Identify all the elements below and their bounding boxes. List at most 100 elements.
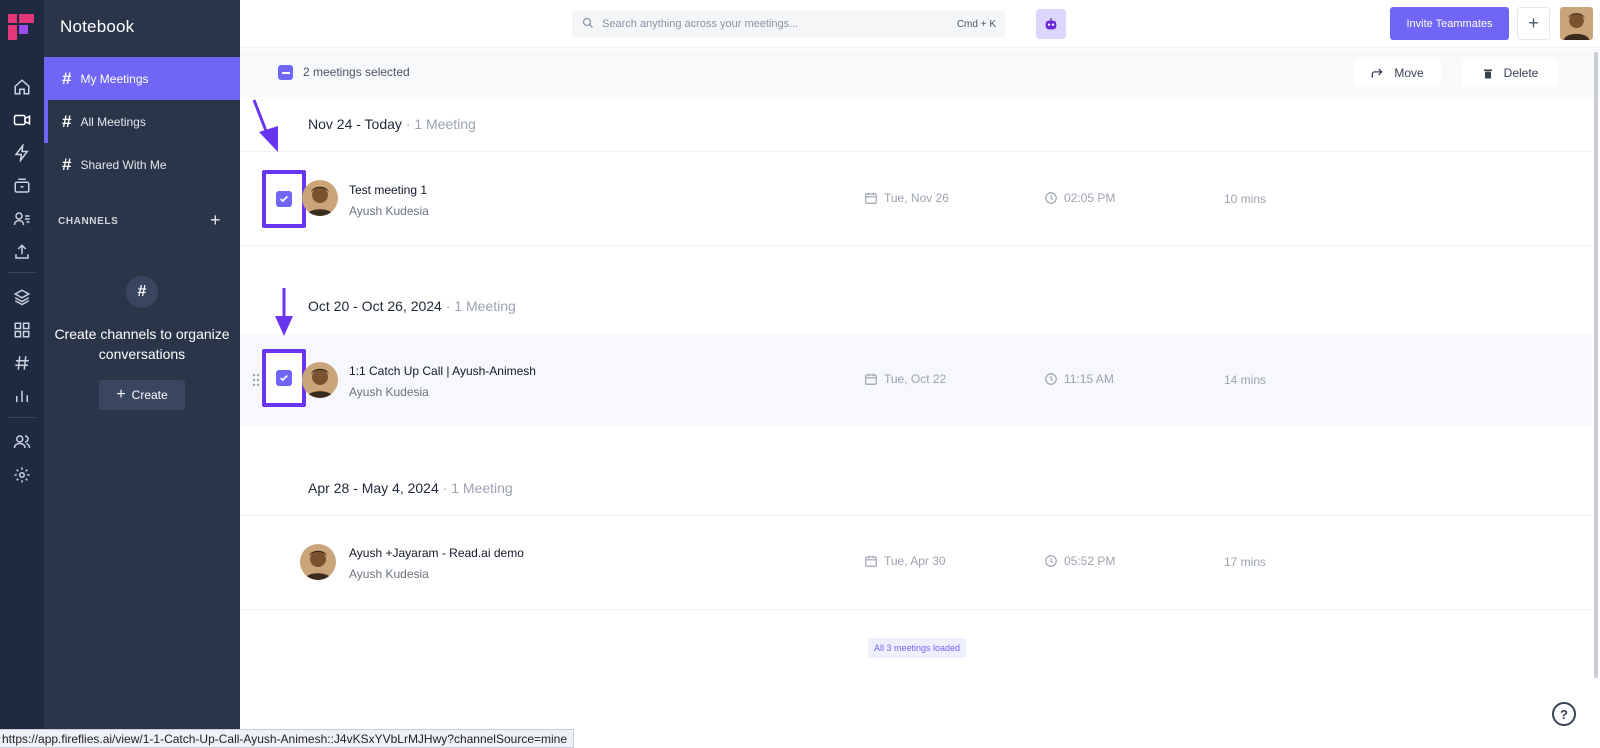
annotation-arrow-icon bbox=[275, 288, 293, 336]
sidebar-item-shared-with-me[interactable]: # Shared With Me bbox=[44, 143, 240, 186]
meeting-title[interactable]: Ayush +Jayaram - Read.ai demo bbox=[349, 546, 524, 560]
meeting-host: Ayush Kudesia bbox=[349, 567, 429, 581]
meeting-time: 02:05 PM bbox=[1044, 191, 1115, 205]
bolt-icon[interactable] bbox=[11, 142, 33, 164]
divider bbox=[240, 245, 1592, 246]
channel-hash-icon: # bbox=[126, 276, 158, 308]
group-count: 1 Meeting bbox=[414, 116, 476, 132]
sidebar-item-label: My Meetings bbox=[80, 71, 149, 86]
selection-count: 2 meetings selected bbox=[303, 65, 410, 79]
avatar bbox=[302, 180, 338, 216]
meeting-date: Tue, Nov 26 bbox=[864, 191, 949, 205]
channels-hash-icon[interactable] bbox=[11, 352, 33, 374]
meeting-row[interactable]: Test meeting 1 Ayush Kudesia Tue, Nov 26… bbox=[240, 152, 1592, 244]
new-plus-button[interactable]: + bbox=[1517, 7, 1550, 40]
calendar-icon bbox=[865, 373, 877, 385]
apps-grid-icon[interactable] bbox=[11, 319, 33, 341]
status-bar-url: https://app.fireflies.ai/view/1-1-Catch-… bbox=[0, 729, 575, 748]
sidebar-item-label: Shared With Me bbox=[80, 157, 167, 172]
move-button[interactable]: Move bbox=[1353, 59, 1441, 87]
drag-handle-icon[interactable] bbox=[252, 373, 260, 387]
plus-icon: + bbox=[116, 386, 126, 403]
create-label: Create bbox=[131, 388, 168, 402]
meeting-host: Ayush Kudesia bbox=[349, 385, 429, 399]
sidebar-item-all-meetings[interactable]: # All Meetings bbox=[44, 100, 240, 143]
checkmark-icon bbox=[280, 374, 288, 382]
delete-label: Delete bbox=[1503, 66, 1539, 80]
contacts-icon[interactable] bbox=[11, 208, 33, 230]
rail-divider bbox=[8, 272, 36, 273]
hash-icon: # bbox=[62, 154, 72, 174]
clock-icon bbox=[1045, 373, 1057, 385]
annotation-highlight-box bbox=[262, 170, 306, 228]
integrations-icon[interactable] bbox=[11, 175, 33, 197]
help-button[interactable]: ? bbox=[1552, 702, 1576, 726]
meeting-duration: 14 mins bbox=[1224, 373, 1267, 387]
upload-icon[interactable] bbox=[11, 241, 33, 263]
scrollbar[interactable] bbox=[1594, 52, 1598, 678]
group-count: 1 Meeting bbox=[451, 480, 513, 496]
invite-teammates-button[interactable]: Invite Teammates bbox=[1390, 7, 1509, 40]
meeting-time: 11:15 AM bbox=[1044, 372, 1114, 386]
team-icon[interactable] bbox=[11, 431, 33, 453]
notebook-sidebar: Notebook # My Meetings # All Meetings # … bbox=[44, 0, 240, 748]
meeting-duration: 10 mins bbox=[1224, 192, 1267, 206]
home-icon[interactable] bbox=[11, 76, 33, 98]
top-bar: Search anything across your meetings... … bbox=[240, 0, 1600, 48]
hash-icon: # bbox=[62, 111, 72, 131]
meeting-time: 05:52 PM bbox=[1044, 554, 1115, 568]
annotation-arrow-icon bbox=[252, 99, 278, 152]
meeting-date: Tue, Oct 22 bbox=[864, 372, 946, 386]
search-input[interactable]: Search anything across your meetings... … bbox=[572, 10, 1006, 38]
settings-icon[interactable] bbox=[11, 464, 33, 486]
meeting-title[interactable]: 1:1 Catch Up Call | Ayush-Animesh bbox=[349, 364, 536, 378]
meeting-row[interactable]: Ayush +Jayaram - Read.ai demo Ayush Kude… bbox=[240, 516, 1592, 608]
group-heading: Oct 20 - Oct 26, 2024 · 1 Meeting bbox=[308, 298, 516, 314]
meeting-checkbox[interactable] bbox=[276, 191, 292, 207]
user-avatar[interactable] bbox=[1560, 7, 1593, 40]
trash-icon bbox=[1483, 69, 1492, 78]
meeting-title[interactable]: Test meeting 1 bbox=[349, 183, 427, 197]
search-placeholder: Search anything across your meetings... bbox=[602, 18, 799, 30]
date-text: Tue, Apr 30 bbox=[884, 554, 946, 568]
sidebar-item-label: All Meetings bbox=[80, 114, 146, 129]
meeting-date: Tue, Apr 30 bbox=[864, 554, 946, 568]
video-icon[interactable] bbox=[11, 109, 33, 131]
fred-bot-icon[interactable] bbox=[1036, 9, 1066, 39]
meeting-duration: 17 mins bbox=[1224, 555, 1267, 569]
channels-heading: CHANNELS bbox=[58, 216, 119, 227]
move-arrow-icon bbox=[1372, 68, 1383, 78]
group-heading: Apr 28 - May 4, 2024 · 1 Meeting bbox=[308, 480, 513, 496]
calendar-icon bbox=[865, 192, 877, 204]
create-channel-button[interactable]: + Create bbox=[99, 380, 185, 410]
group-heading: Nov 24 - Today · 1 Meeting bbox=[308, 116, 476, 132]
meeting-checkbox[interactable] bbox=[276, 370, 292, 386]
date-text: Tue, Nov 26 bbox=[884, 191, 949, 205]
time-text: 11:15 AM bbox=[1064, 372, 1114, 386]
rail-divider bbox=[8, 417, 36, 418]
sidebar-item-my-meetings[interactable]: # My Meetings bbox=[44, 57, 240, 100]
meeting-row[interactable]: 1:1 Catch Up Call | Ayush-Animesh Ayush … bbox=[240, 334, 1592, 426]
time-text: 02:05 PM bbox=[1064, 191, 1116, 205]
search-shortcut: Cmd + K bbox=[956, 18, 996, 30]
avatar bbox=[300, 544, 336, 580]
analytics-icon[interactable] bbox=[11, 385, 33, 407]
add-channel-icon[interactable]: + bbox=[210, 210, 221, 231]
calendar-icon bbox=[865, 555, 877, 567]
channels-empty-text: Create channels to organize conversation… bbox=[54, 326, 230, 362]
clock-icon bbox=[1045, 192, 1057, 204]
sidebar-title: Notebook bbox=[60, 17, 135, 36]
meeting-host: Ayush Kudesia bbox=[349, 204, 429, 218]
avatar bbox=[302, 362, 338, 398]
select-all-checkbox[interactable] bbox=[278, 65, 293, 80]
selection-bar: 2 meetings selected Move Delete bbox=[240, 49, 1600, 97]
group-range: Nov 24 - Today bbox=[308, 116, 402, 132]
hash-icon: # bbox=[62, 68, 72, 88]
divider bbox=[240, 609, 1592, 610]
checkmark-icon bbox=[280, 195, 288, 203]
delete-button[interactable]: Delete bbox=[1462, 59, 1558, 87]
fireflies-logo[interactable] bbox=[6, 12, 36, 42]
group-count: 1 Meeting bbox=[454, 298, 516, 314]
move-label: Move bbox=[1394, 66, 1424, 80]
layers-icon[interactable] bbox=[11, 286, 33, 308]
